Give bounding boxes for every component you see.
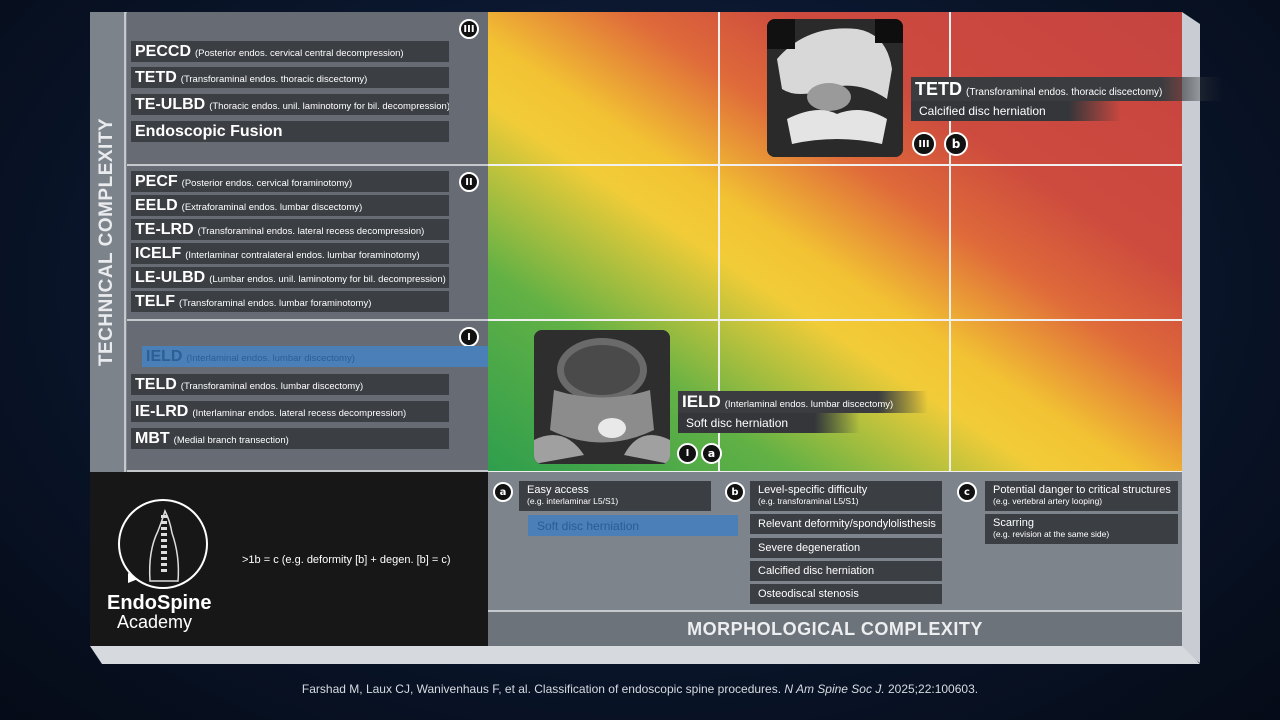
- procedure-ield-highlighted: IELD (Interlaminal endos. lumbar discect…: [142, 346, 488, 367]
- criterion-b-calcified-disc: Calcified disc herniation: [750, 561, 942, 581]
- criterion-b-level-specific: Level-specific difficulty (e.g. transfor…: [750, 481, 942, 511]
- criterion-b-osteodiscal-stenosis: Osteodiscal stenosis: [750, 584, 942, 604]
- procedure-icelf: ICELF (Interlaminar contralateral endos.…: [131, 243, 449, 264]
- tier-1-panel: [127, 321, 488, 472]
- mri-scan-image: [534, 330, 670, 464]
- callout-ield-badge-tier: I: [677, 443, 698, 464]
- callout-tetd-subtitle: Calcified disc herniation: [911, 101, 1121, 121]
- criterion-b-deformity: Relevant deformity/spondylolisthesis: [750, 514, 942, 534]
- procedure-te-ulbd: TE-ULBD (Thoracic endos. unil. laminotom…: [131, 94, 449, 115]
- combination-rule: >1b = c (e.g. deformity [b] + degen. [b]…: [242, 554, 451, 566]
- callout-ield-badge-criterion: a: [701, 443, 722, 464]
- endospine-logo-panel: EndoSpine Academy >1b = c (e.g. deformit…: [90, 472, 488, 646]
- procedure-endoscopic-fusion: Endoscopic Fusion: [131, 121, 449, 142]
- procedure-pecf: PECF (Posterior endos. cervical foramino…: [131, 171, 449, 192]
- slab-edge-right: [1182, 12, 1200, 663]
- spine-logo-icon: [118, 499, 208, 589]
- procedure-telf: TELF (Transforaminal endos. lumbar foram…: [131, 291, 449, 312]
- procedure-teld: TELD (Transforaminal endos. lumbar disce…: [131, 374, 449, 395]
- criterion-a-easy-access: Easy access (e.g. interlaminar L5/S1): [519, 481, 711, 511]
- criterion-b-degeneration: Severe degeneration: [750, 538, 942, 558]
- grid-line-horizontal-2: [488, 319, 1182, 321]
- criterion-a-soft-disc-highlighted: Soft disc herniation: [528, 515, 738, 536]
- procedure-peccd: PECCD (Posterior endos. cervical central…: [131, 41, 449, 62]
- citation: Farshad M, Laux CJ, Wanivenhaus F, et al…: [0, 682, 1280, 696]
- criterion-c-critical-structures: Potential danger to critical structures …: [985, 481, 1178, 511]
- callout-ield-title: IELD (Interlaminal endos. lumbar discect…: [678, 391, 928, 413]
- tier-1-badge: I: [459, 327, 479, 347]
- technical-complexity-label: TECHNICAL COMPLEXITY: [96, 117, 117, 367]
- procedure-ie-lrd: IE-LRD (Interlaminar endos. lateral rece…: [131, 401, 449, 422]
- callout-tetd-badge-tier: III: [912, 132, 936, 156]
- procedure-te-lrd: TE-LRD (Transforaminal endos. lateral re…: [131, 219, 449, 240]
- tier-3-panel: [127, 12, 488, 166]
- spine-figure-graphic: [128, 508, 180, 583]
- tier-2-badge: II: [459, 172, 479, 192]
- ct-scan-image: [767, 19, 903, 157]
- tier-3-badge: III: [459, 19, 479, 39]
- callout-tetd-title: TETD (Transforaminal endos. thoracic dis…: [911, 77, 1223, 101]
- logo-text-academy: Academy: [117, 612, 193, 632]
- callout-ield-subtitle: Soft disc herniation: [678, 413, 860, 433]
- citation-journal: N Am Spine Soc J.: [784, 682, 885, 696]
- procedure-eeld: EELD (Extraforaminal endos. lumbar disce…: [131, 195, 449, 216]
- procedure-mbt: MBT (Medial branch transection): [131, 428, 449, 449]
- criterion-b-badge: b: [725, 482, 745, 502]
- criterion-a-badge: a: [493, 482, 513, 502]
- criterion-c-badge: c: [957, 482, 977, 502]
- technical-complexity-axis: TECHNICAL COMPLEXITY: [90, 12, 126, 472]
- procedure-tetd: TETD (Transforaminal endos. thoracic dis…: [131, 67, 449, 88]
- citation-tail: 2025;22:100603.: [884, 682, 979, 696]
- callout-tetd-badge-criterion: b: [944, 132, 968, 156]
- criterion-c-scarring: Scarring (e.g. revision at the same side…: [985, 514, 1178, 544]
- grid-line-horizontal-1: [488, 164, 1182, 166]
- morphological-complexity-axis: MORPHOLOGICAL COMPLEXITY: [488, 610, 1182, 646]
- procedure-le-ulbd: LE-ULBD (Lumbar endos. unil. laminotomy …: [131, 267, 449, 288]
- ct-scan-graphic: [767, 19, 903, 157]
- slab-edge-bottom: [90, 646, 1200, 664]
- mri-scan-graphic: [534, 330, 670, 464]
- citation-text: Farshad M, Laux CJ, Wanivenhaus F, et al…: [301, 682, 785, 696]
- morphological-complexity-label: MORPHOLOGICAL COMPLEXITY: [687, 618, 983, 639]
